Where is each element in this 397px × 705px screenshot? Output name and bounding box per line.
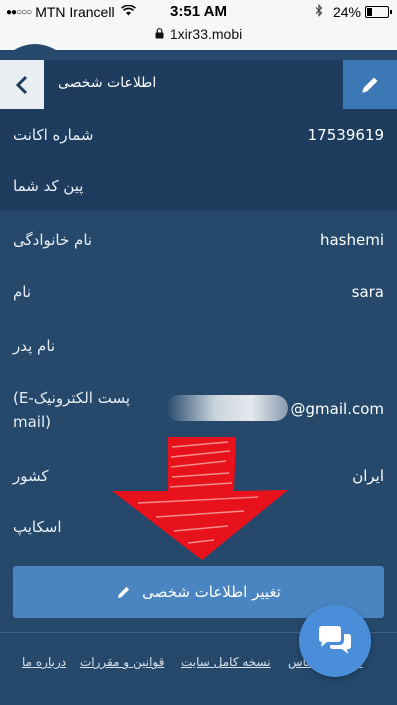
pencil-icon [118,586,130,598]
first-name-row: نام sara [0,266,397,318]
status-bar: ●●○○○ MTN Irancell 3:51 AM 24% 1xir33.mo… [0,0,397,50]
back-button[interactable] [0,60,44,109]
page-title: اطلاعات شخصی [58,75,157,91]
chat-button[interactable] [299,605,371,677]
chevron-left-icon [15,75,28,94]
account-number-value: 17539619 [307,126,384,144]
battery-level [367,8,372,16]
bluetooth-icon [315,4,323,20]
lock-icon [155,28,167,42]
pin-label: پین کد شما [13,177,84,195]
email-label: (E-پست الکترونیک [13,389,130,407]
first-name-label: نام [13,283,32,301]
footer-link-full-site[interactable]: نسخه کامل سایت [181,655,271,669]
page-header: اطلاعات شخصی [0,60,397,109]
last-name-row: نام خانوادگی hashemi [0,211,397,266]
skype-label: اسکایپ [13,518,62,536]
battery-icon [365,6,392,18]
footer-link-about[interactable]: درباره ما [22,655,66,669]
country-value: ایران [352,467,384,485]
father-name-row: نام پدر [0,318,397,374]
email-value: @gmail.com [290,400,384,418]
last-name-value: hashemi [319,231,384,249]
footer-link-terms[interactable]: قوانین و مقررات [80,655,164,669]
battery-percent: 24% [332,4,361,20]
pin-row: پین کد شما [0,159,397,211]
email-label-line2: mail) [13,413,51,431]
last-name-label: نام خانوادگی [13,231,93,249]
chat-bubbles-icon [319,626,351,654]
country-label: کشور [13,467,49,485]
email-redaction-blur [166,395,288,421]
url-text: 1xir33.mobi [169,26,243,42]
red-arrow-annotation [112,437,288,560]
page-edge-decoration [14,44,56,50]
pencil-icon [362,77,378,93]
change-info-label: تغییر اطلاعات شخصی [142,583,281,601]
father-name-label: نام پدر [13,337,56,355]
account-number-label: شماره اکانت [13,126,94,144]
first-name-value: sara [351,283,384,301]
account-number-row: شماره اکانت 17539619 [0,109,397,159]
edit-button[interactable] [343,60,397,109]
status-right: 24% [315,4,392,20]
